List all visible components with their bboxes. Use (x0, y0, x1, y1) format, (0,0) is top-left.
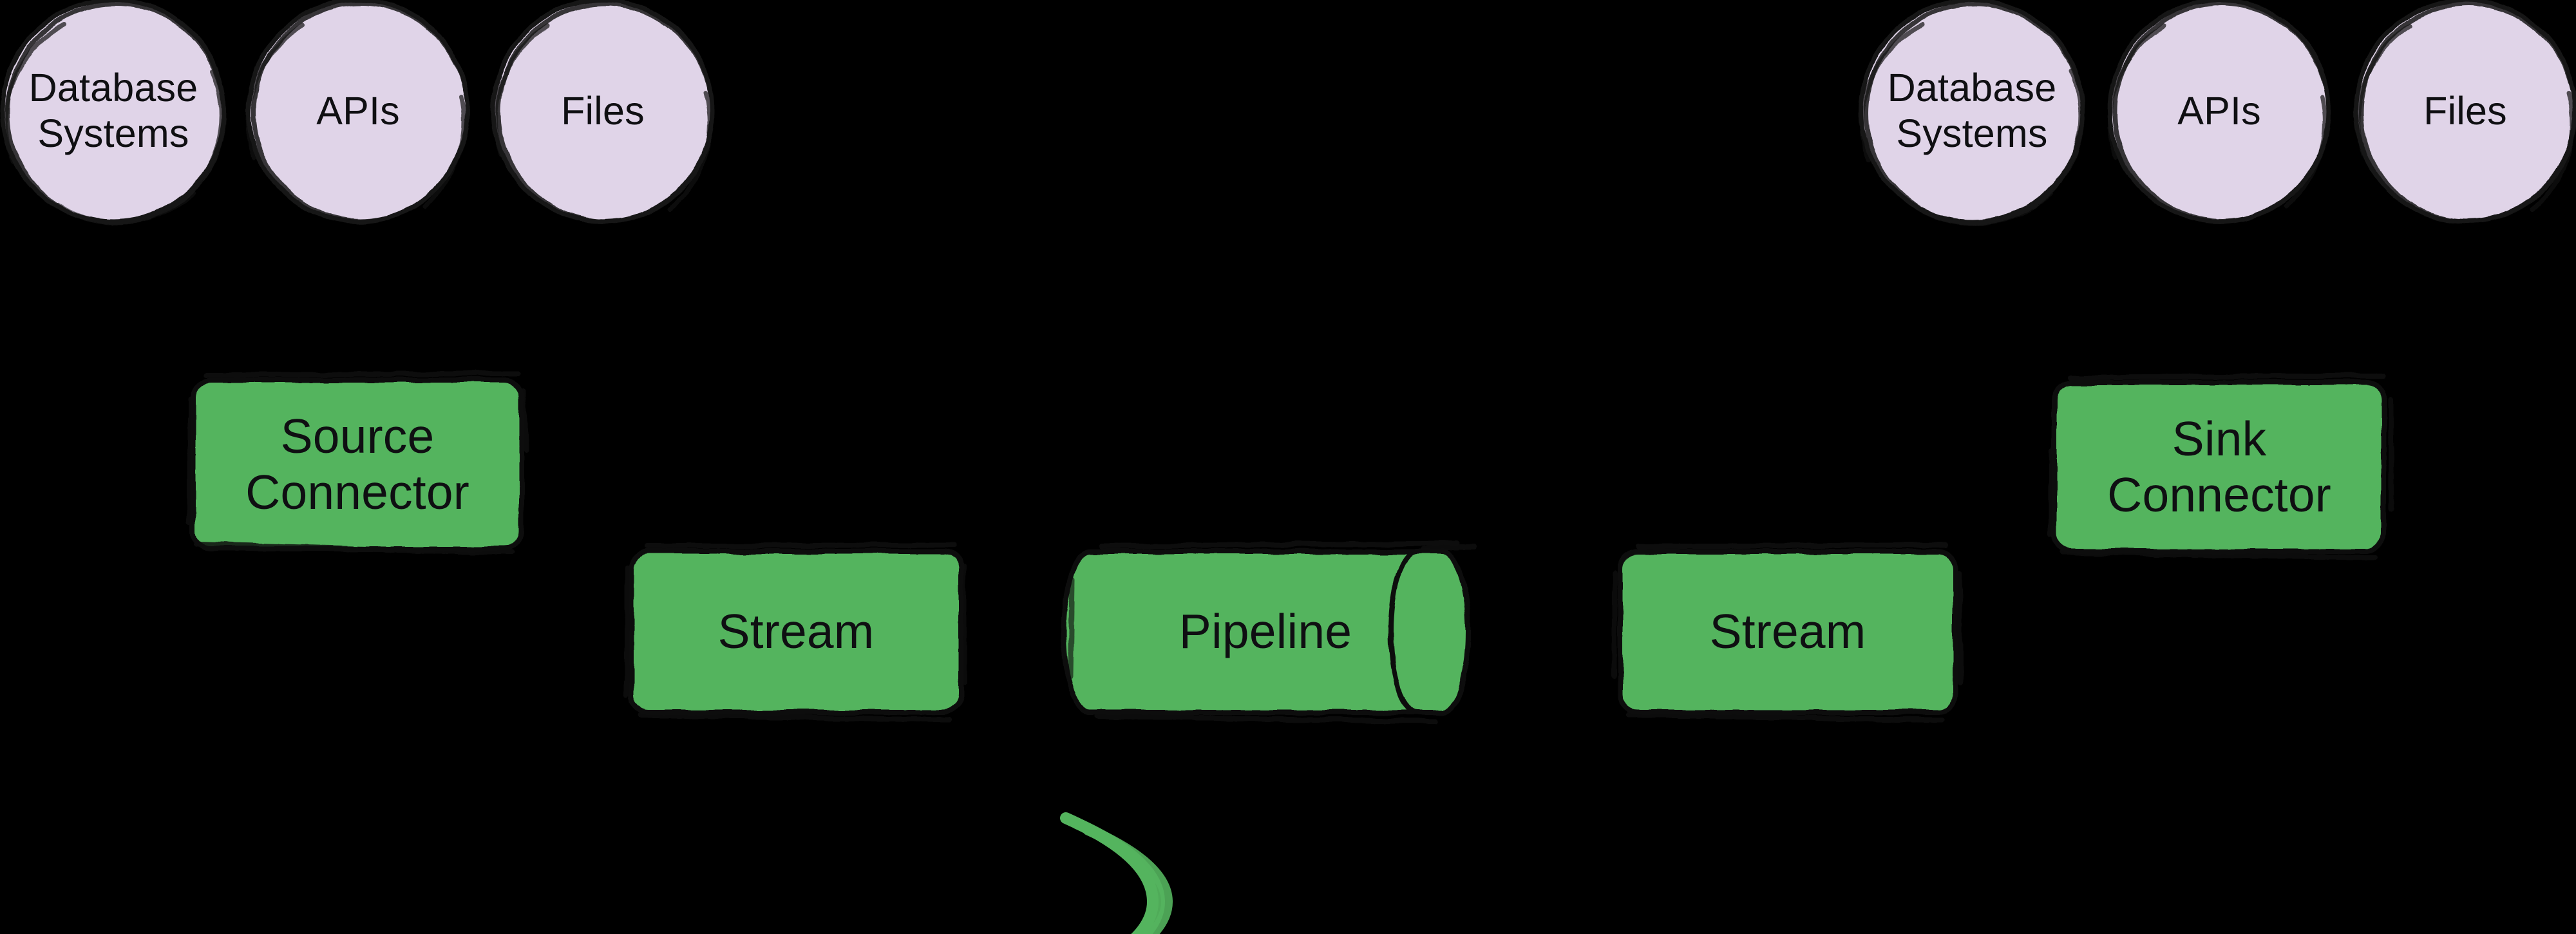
hit-stream-left[interactable] (631, 551, 961, 712)
hit-left-database-systems[interactable] (3, 0, 224, 222)
hit-right-apis[interactable] (2110, 0, 2329, 222)
hit-left-apis[interactable] (249, 0, 468, 222)
hit-left-files[interactable] (493, 0, 712, 222)
hit-right-database-systems[interactable] (1861, 0, 2083, 222)
hit-right-files[interactable] (2356, 0, 2575, 222)
diagram-canvas: Database Systems APIs Files Database Sys… (0, 0, 2576, 934)
hit-pipeline[interactable] (1072, 551, 1505, 712)
hit-sink-connector[interactable] (2054, 383, 2384, 551)
hit-source-connector[interactable] (193, 380, 522, 549)
hit-stream-right[interactable] (1620, 551, 1955, 712)
